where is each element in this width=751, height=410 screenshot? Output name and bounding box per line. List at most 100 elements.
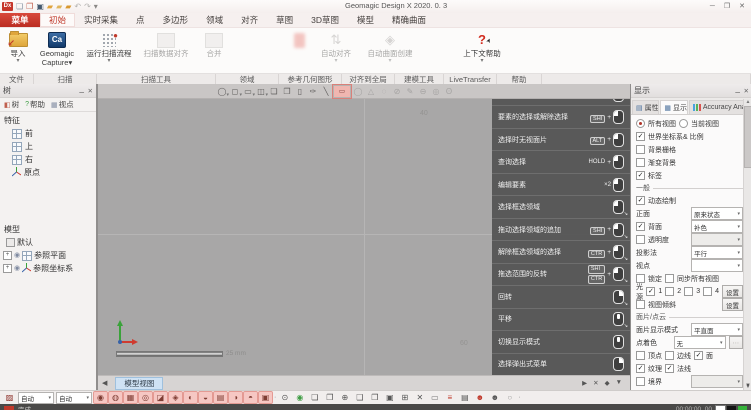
checkbox[interactable] (684, 287, 693, 296)
checkbox[interactable]: ✓ (636, 222, 645, 231)
filter-point-cloud-icon[interactable]: ◉ (94, 392, 107, 403)
expand-icon[interactable]: + (3, 251, 12, 260)
plane-view-icon[interactable]: ▭▾ (242, 86, 254, 97)
checkbox[interactable]: ✓ (636, 132, 645, 141)
tab-tree[interactable]: ◧树 (2, 99, 21, 110)
checkbox[interactable] (703, 287, 712, 296)
context-help-button[interactable]: ?➤上下文帮助▾ (458, 28, 506, 73)
grid-toggle-icon[interactable]: ⊞ (398, 392, 411, 403)
ribbon-tab-领域[interactable]: 领域 (197, 13, 232, 27)
checkbox[interactable] (665, 287, 674, 296)
open-file-icon[interactable]: ❐ (26, 2, 33, 11)
recent-folder-icon[interactable]: ▰ (65, 2, 71, 11)
scroll-up-icon[interactable]: ▲ (746, 99, 751, 105)
settings-button[interactable]: 设置 (722, 285, 743, 298)
filter-ref-coordinate-icon[interactable]: ◓ (244, 392, 257, 403)
rectangle-selection-icon[interactable]: ▭ (333, 85, 351, 98)
view-next-icon[interactable]: ❐ (323, 392, 336, 403)
checkbox[interactable] (636, 351, 645, 360)
tree-item-上[interactable]: 上 (0, 140, 96, 153)
close-panel-icon[interactable]: ✕ (593, 379, 598, 387)
visibility-icon[interactable]: ◉ (14, 265, 20, 273)
close-icon[interactable]: ✕ (744, 87, 749, 95)
measure-tool-icon[interactable]: ✕ (413, 392, 426, 403)
pick-mode-select[interactable]: 自动▾ (56, 392, 92, 404)
filter-ref-point-icon[interactable]: ◒ (199, 392, 212, 403)
run-scan-process-button[interactable]: ●运行扫描流程▾ (80, 28, 138, 73)
pin-icon[interactable]: ⚊ (735, 87, 741, 95)
geomagic-capture-button[interactable]: CaGeomagicCapture▾ (34, 28, 80, 73)
radio-button[interactable] (679, 119, 688, 128)
tree-item-原点[interactable]: 原点 (0, 166, 96, 179)
minimize-button[interactable]: ─ (710, 1, 715, 12)
shaded-view-icon[interactable]: ◫▾ (255, 86, 267, 97)
filter-solid-body-icon[interactable]: ◪ (154, 392, 167, 403)
dropdown-select[interactable]: 平直面▾ (691, 323, 743, 336)
checkbox[interactable]: ✓ (646, 287, 655, 296)
import-button[interactable]: ↙导入▾ (2, 28, 34, 73)
checkbox[interactable] (636, 235, 645, 244)
zoom-area-icon[interactable]: ◉ (293, 392, 306, 403)
menu-button[interactable]: 菜单 (0, 13, 40, 27)
customize-quick-access-icon[interactable]: ▾ (94, 2, 98, 11)
redo-icon[interactable]: ↷ (84, 2, 91, 11)
orbit-view-icon[interactable]: ◯▾ (216, 86, 228, 97)
checkbox[interactable]: ✓ (665, 364, 674, 373)
checkbox[interactable] (665, 351, 674, 360)
dropdown-select[interactable]: 原来状态▾ (691, 207, 743, 220)
close-button[interactable]: ✕ (739, 1, 745, 12)
ribbon-tab-模型[interactable]: 模型 (348, 13, 383, 27)
pin-icon[interactable]: ⚊ (79, 87, 85, 95)
zoom-fit-icon[interactable]: ⊙ (278, 392, 291, 403)
dropdown-select[interactable]: 无▾ (674, 336, 726, 349)
ribbon-tab-对齐[interactable]: 对齐 (232, 13, 267, 27)
clipboard-icon[interactable]: ▭ (428, 392, 441, 403)
import-folder-icon[interactable]: ▰ (47, 2, 53, 11)
session-user-icon[interactable]: ☻ (488, 392, 501, 403)
capture-screen-icon[interactable]: ❐ (281, 86, 293, 97)
session-user-red-icon[interactable]: ☻ (473, 392, 486, 403)
paint-tool-icon[interactable]: ✑ (307, 86, 319, 97)
tree-item-前[interactable]: 前 (0, 127, 96, 140)
view-previous-icon[interactable]: ❏ (308, 392, 321, 403)
panel-overflow-icon[interactable]: ▼ (745, 383, 751, 389)
tab-display[interactable]: ▦显示 (660, 100, 687, 114)
red-list-icon[interactable]: ≡ (443, 392, 456, 403)
more-panel-icon[interactable]: ▼ (616, 379, 622, 387)
ribbon-tab-点[interactable]: 点 (127, 13, 154, 27)
ribbon-tab-3D草图[interactable]: 3D草图 (302, 13, 348, 27)
ribbon-tab-多边形[interactable]: 多边形 (154, 13, 198, 27)
ribbon-tab-实时采集[interactable]: 实时采集 (75, 13, 127, 27)
snap-mode-select[interactable]: 自动▾ (18, 392, 54, 404)
checkbox[interactable] (636, 300, 645, 309)
settings-button[interactable]: 设置 (722, 298, 743, 311)
prev-view-arrow-icon[interactable]: ◀ (102, 379, 107, 387)
tab-accuracy[interactable]: Accuracy Analy... (689, 100, 751, 114)
dropdown-select[interactable]: 补色▾ (691, 220, 743, 233)
tab-help[interactable]: ?帮助 (23, 99, 47, 110)
dropdown-select[interactable]: ▾ (691, 259, 743, 272)
tab-viewpoint[interactable]: ▦视点 (49, 99, 76, 110)
record-icon[interactable]: ○ (503, 392, 516, 403)
filter-sketch-icon[interactable]: ◈ (169, 392, 182, 403)
zoom-in-icon[interactable]: ⊕ (338, 392, 351, 403)
model-view-tab[interactable]: 模型视图 (115, 377, 163, 390)
line-tool-icon[interactable]: ╲ (320, 86, 332, 97)
ribbon-tab-初始[interactable]: 初始 (40, 13, 75, 27)
view-filter-toggle-icon[interactable]: ▨ (3, 392, 16, 403)
save-icon[interactable]: ▣ (36, 2, 44, 11)
checkbox[interactable] (636, 158, 645, 167)
snapshot-icon[interactable]: ❑ (353, 392, 366, 403)
visibility-icon[interactable]: ◉ (14, 252, 20, 260)
filter-ref-axis-icon[interactable]: ◑ (229, 392, 242, 403)
filter-mesh-icon[interactable]: ◍ (109, 392, 122, 403)
print-view-icon[interactable]: ❒ (368, 392, 381, 403)
checkbox[interactable] (636, 377, 645, 386)
split-window-icon[interactable]: ▯ (294, 86, 306, 97)
tree-item-右[interactable]: 右 (0, 153, 96, 166)
notes-icon[interactable]: ▤ (458, 392, 471, 403)
dock-panel-icon[interactable]: ◆ (605, 379, 610, 387)
export-folder-icon[interactable]: ▰ (56, 2, 62, 11)
filter-ref-plane-icon[interactable]: ▤ (214, 392, 227, 403)
undo-icon[interactable]: ↶ (74, 2, 81, 11)
